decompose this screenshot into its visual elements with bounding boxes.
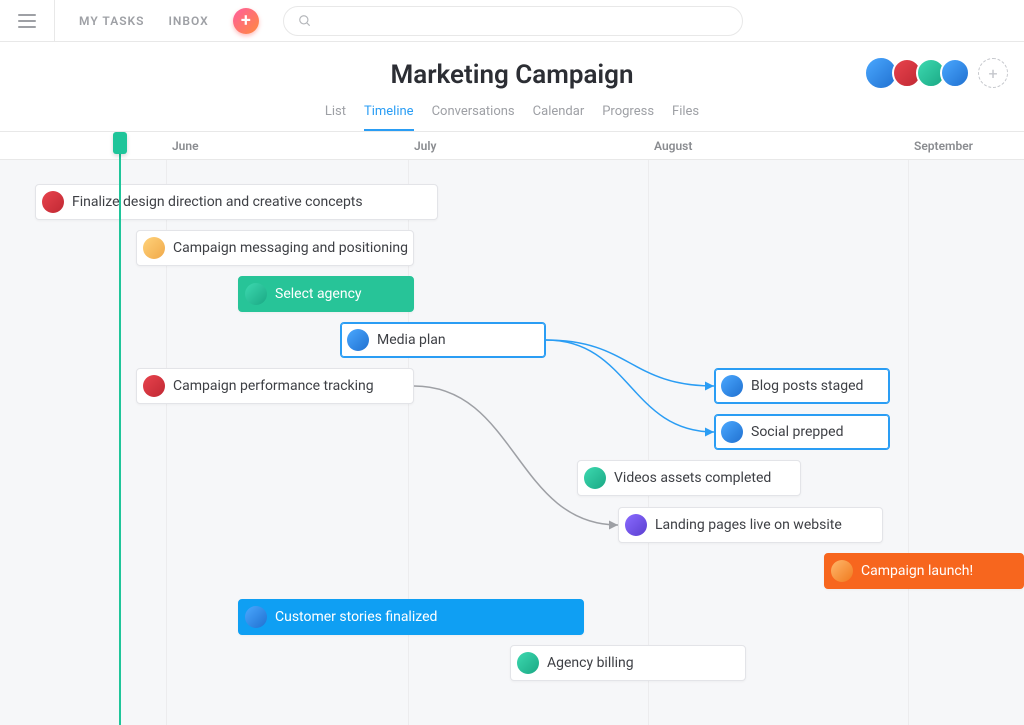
task-bar[interactable]: Videos assets completed bbox=[577, 460, 801, 496]
project-header: Marketing Campaign ListTimelineConversat… bbox=[0, 42, 1024, 132]
gridline bbox=[408, 132, 409, 725]
today-line bbox=[119, 132, 121, 725]
top-bar: MY TASKS INBOX + bbox=[0, 0, 1024, 42]
task-label: Select agency bbox=[275, 286, 362, 302]
task-label: Social prepped bbox=[751, 424, 843, 440]
search-icon bbox=[298, 14, 312, 28]
assignee-avatar bbox=[721, 421, 743, 443]
assignee-avatar bbox=[831, 560, 853, 582]
nav-my-tasks[interactable]: MY TASKS bbox=[79, 14, 144, 28]
task-bar[interactable]: Social prepped bbox=[714, 414, 890, 450]
search-input[interactable] bbox=[320, 13, 728, 28]
tab-conversations[interactable]: Conversations bbox=[432, 104, 515, 131]
task-bar[interactable]: Agency billing bbox=[510, 645, 746, 681]
task-label: Blog posts staged bbox=[751, 378, 863, 394]
gridline bbox=[648, 132, 649, 725]
task-bar[interactable]: Finalize design direction and creative c… bbox=[35, 184, 438, 220]
task-bar[interactable]: Select agency bbox=[238, 276, 414, 312]
task-label: Videos assets completed bbox=[614, 470, 771, 486]
task-label: Campaign performance tracking bbox=[173, 378, 374, 394]
dependency-line bbox=[414, 386, 618, 525]
task-label: Finalize design direction and creative c… bbox=[72, 194, 363, 210]
menu-icon[interactable] bbox=[16, 0, 55, 41]
month-label: September bbox=[914, 139, 973, 153]
add-member-button[interactable]: + bbox=[978, 58, 1008, 88]
assignee-avatar bbox=[42, 191, 64, 213]
task-label: Landing pages live on website bbox=[655, 517, 842, 533]
task-bar[interactable]: Campaign launch! bbox=[824, 553, 1024, 589]
tab-progress[interactable]: Progress bbox=[602, 104, 654, 131]
tab-timeline[interactable]: Timeline bbox=[364, 104, 414, 131]
dependency-line bbox=[546, 340, 714, 386]
task-label: Campaign launch! bbox=[861, 563, 973, 579]
project-tabs: List Timeline Conversations Calendar Progres… bbox=[0, 104, 1024, 131]
task-bar[interactable]: Campaign messaging and positioning bbox=[136, 230, 414, 266]
gridline bbox=[908, 132, 909, 725]
search-field[interactable] bbox=[283, 6, 743, 36]
assignee-avatar bbox=[245, 283, 267, 305]
task-label: Agency billing bbox=[547, 655, 634, 671]
today-handle[interactable] bbox=[113, 132, 127, 154]
month-label: June bbox=[172, 139, 199, 153]
project-members: + bbox=[870, 56, 1008, 90]
assignee-avatar bbox=[517, 652, 539, 674]
tab-files[interactable]: Files bbox=[672, 104, 699, 131]
assignee-avatar bbox=[584, 467, 606, 489]
task-bar[interactable]: Media plan bbox=[340, 322, 546, 358]
dependency-line bbox=[546, 340, 714, 432]
task-label: Media plan bbox=[377, 332, 446, 348]
task-bar[interactable]: Customer stories finalized bbox=[238, 599, 584, 635]
month-label: August bbox=[654, 139, 692, 153]
tab-list[interactable]: List bbox=[325, 104, 346, 131]
timeline: June July August September Finalize design … bbox=[0, 132, 1024, 725]
task-bar[interactable]: Campaign performance tracking bbox=[136, 368, 414, 404]
nav-inbox[interactable]: INBOX bbox=[168, 14, 208, 28]
assignee-avatar bbox=[625, 514, 647, 536]
task-bar[interactable]: Landing pages live on website bbox=[618, 507, 883, 543]
task-label: Campaign messaging and positioning bbox=[173, 240, 408, 256]
month-header: June July August September bbox=[0, 132, 1024, 160]
assignee-avatar bbox=[347, 329, 369, 351]
tab-calendar[interactable]: Calendar bbox=[533, 104, 585, 131]
assignee-avatar bbox=[721, 375, 743, 397]
gridline bbox=[166, 132, 167, 725]
member-avatar[interactable] bbox=[940, 58, 970, 88]
add-button[interactable]: + bbox=[233, 8, 259, 34]
assignee-avatar bbox=[245, 606, 267, 628]
assignee-avatar bbox=[143, 237, 165, 259]
task-label: Customer stories finalized bbox=[275, 609, 437, 625]
month-label: July bbox=[414, 139, 436, 153]
assignee-avatar bbox=[143, 375, 165, 397]
task-bar[interactable]: Blog posts staged bbox=[714, 368, 890, 404]
